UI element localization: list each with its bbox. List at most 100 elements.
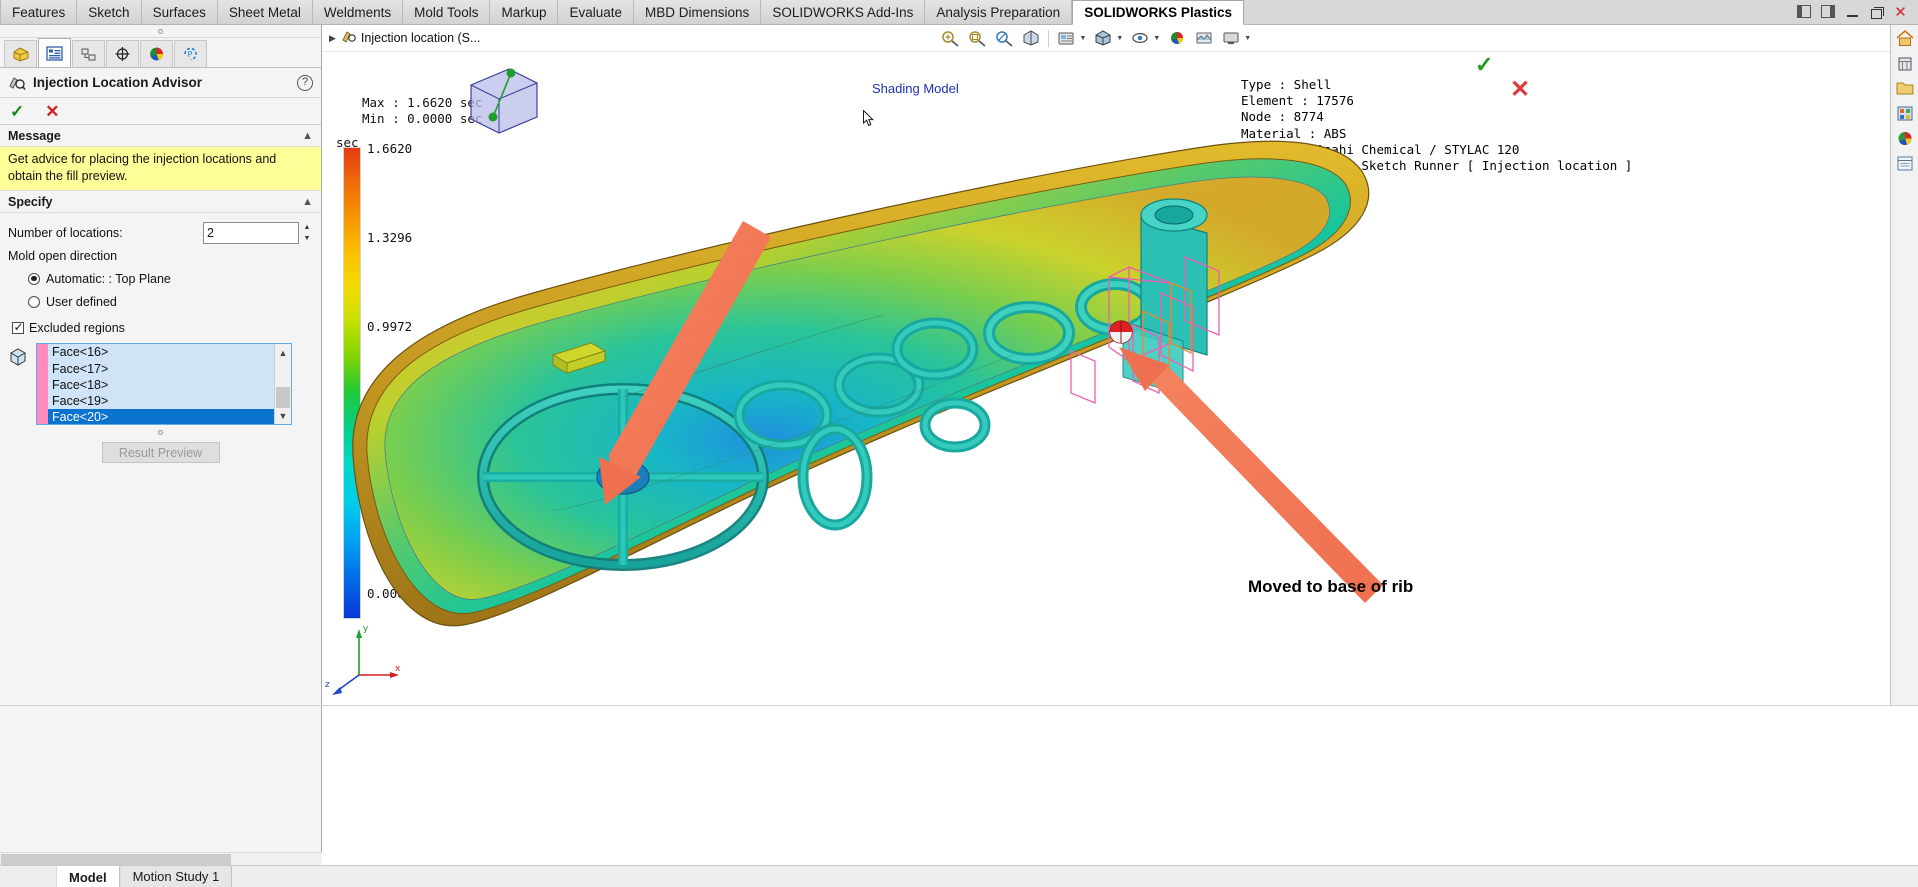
sole-shell-geometry [353, 141, 1369, 625]
selection-color-bar [37, 344, 48, 424]
right-task-pane-dock [1890, 25, 1918, 705]
cancel-button[interactable]: ✕ [45, 103, 59, 120]
spinner-buttons[interactable]: ▲ ▼ [301, 222, 313, 244]
3d-model-viewport[interactable]: y x z [323, 25, 1918, 705]
excluded-faces-area: Face<16> Face<17> Face<18> Face<19> Face… [0, 339, 321, 425]
ribbon-tab-mbd-dimensions[interactable]: MBD Dimensions [634, 0, 761, 24]
bottom-area: Model Motion Study 1 [0, 705, 1918, 887]
specify-section-title: Specify [8, 195, 52, 209]
list-item[interactable]: Face<19> [48, 393, 274, 409]
spinner-up-icon[interactable]: ▲ [301, 222, 313, 233]
configuration-manager-icon[interactable] [72, 40, 105, 67]
dimxpert-icon[interactable] [106, 40, 139, 67]
excluded-regions-checkbox[interactable] [12, 322, 24, 334]
property-manager-panel: P Injection Location Advisor ? ✓ ✕ Messa… [0, 25, 322, 705]
panel-hscroll-thumb[interactable] [1, 854, 231, 865]
list-item[interactable]: Face<17> [48, 361, 274, 377]
ribbon-tab-surfaces[interactable]: Surfaces [142, 0, 218, 24]
radio-automatic-icon[interactable] [28, 273, 40, 285]
open-folder-icon[interactable] [1894, 78, 1916, 99]
ribbon-tab-analysis-preparation[interactable]: Analysis Preparation [925, 0, 1072, 24]
mold-open-direction-label: Mold open direction [8, 249, 117, 263]
tab-bar-spacer [1244, 0, 1793, 24]
feature-tree-icon[interactable] [4, 40, 37, 67]
ribbon-tab-bar: Features Sketch Surfaces Sheet Metal Wel… [0, 0, 1918, 25]
scroll-up-icon[interactable]: ▲ [275, 344, 291, 361]
radio-user-defined-row[interactable]: User defined [0, 290, 321, 313]
listbox-resize-grip[interactable] [0, 430, 321, 435]
number-of-locations-row: Number of locations: ▲ ▼ [0, 221, 321, 244]
specify-section-header[interactable]: Specify ▲ [0, 191, 321, 213]
list-item[interactable]: Face<16> [48, 344, 274, 360]
number-of-locations-label: Number of locations: [8, 226, 123, 240]
annotation-arrow-right [1119, 347, 1383, 603]
ribbon-tab-sheet-metal[interactable]: Sheet Metal [218, 0, 313, 24]
list-item[interactable]: Face<18> [48, 377, 274, 393]
plastics-manager-icon[interactable]: P [174, 40, 207, 67]
chevron-up-icon-specify[interactable]: ▲ [302, 196, 313, 208]
page-title: Injection Location Advisor [33, 75, 297, 90]
mouse-cursor-icon [863, 110, 874, 127]
tab-model[interactable]: Model [56, 866, 120, 887]
scroll-thumb[interactable] [276, 387, 290, 408]
result-preview-button[interactable]: Result Preview [102, 442, 220, 463]
message-section-header[interactable]: Message ▲ [0, 125, 321, 147]
chevron-up-icon[interactable]: ▲ [302, 130, 313, 142]
list-item[interactable]: Face<20> [48, 409, 274, 424]
scenes-icon[interactable] [1894, 128, 1916, 149]
injection-location-marker-2[interactable] [1110, 321, 1132, 343]
ribbon-tab-evaluate[interactable]: Evaluate [558, 0, 634, 24]
graphics-area[interactable]: ▶ Injection location (S... [323, 25, 1918, 705]
origin-triad: y x z [325, 624, 401, 695]
excluded-regions-row[interactable]: Excluded regions [0, 316, 321, 339]
scroll-track[interactable] [275, 361, 291, 407]
property-manager-header: Injection Location Advisor ? [0, 68, 321, 98]
home-icon[interactable] [1894, 28, 1916, 49]
excluded-faces-listbox[interactable]: Face<16> Face<17> Face<18> Face<19> Face… [36, 343, 292, 425]
svg-text:x: x [395, 664, 401, 674]
excluded-regions-label: Excluded regions [29, 321, 125, 335]
message-section-title: Message [8, 129, 61, 143]
ribbon-tab-features[interactable]: Features [0, 0, 77, 24]
document-tab-bar: Model Motion Study 1 [0, 865, 1918, 887]
radio-user-defined-label: User defined [46, 295, 117, 309]
ribbon-tab-weldments[interactable]: Weldments [313, 0, 403, 24]
tab-motion-study-1[interactable]: Motion Study 1 [120, 866, 233, 887]
panel-horizontal-scrollbar[interactable] [0, 852, 322, 865]
display-manager-icon[interactable] [140, 40, 173, 67]
ribbon-tab-sketch[interactable]: Sketch [77, 0, 141, 24]
property-manager-confirm-row: ✓ ✕ [0, 98, 321, 125]
spinner-down-icon[interactable]: ▼ [301, 233, 313, 244]
injection-advisor-icon [8, 73, 26, 93]
bin-icon[interactable] [1894, 53, 1916, 74]
restore-icon[interactable] [1869, 5, 1884, 20]
scroll-down-icon[interactable]: ▼ [275, 407, 291, 424]
ribbon-tab-solidworks-add-ins[interactable]: SOLIDWORKS Add-Ins [761, 0, 925, 24]
property-manager-icon[interactable] [38, 38, 71, 67]
radio-automatic-row[interactable]: Automatic: : Top Plane [0, 267, 321, 290]
panel-left-icon[interactable] [1797, 5, 1812, 20]
radio-user-defined-icon[interactable] [28, 296, 40, 308]
svg-text:P: P [188, 50, 193, 59]
help-icon[interactable]: ? [297, 75, 313, 91]
panel-right-icon[interactable] [1821, 5, 1836, 20]
appearances-icon[interactable] [1894, 103, 1916, 124]
ribbon-tab-markup[interactable]: Markup [490, 0, 558, 24]
panel-splitter[interactable] [0, 25, 321, 38]
message-text: Get advice for placing the injection loc… [0, 147, 321, 191]
ok-button[interactable]: ✓ [10, 103, 24, 120]
number-of-locations-stepper[interactable]: ▲ ▼ [203, 222, 313, 244]
ribbon-tab-solidworks-plastics[interactable]: SOLIDWORKS Plastics [1072, 0, 1244, 25]
minimize-icon[interactable] [1845, 5, 1860, 20]
number-of-locations-input[interactable] [203, 222, 299, 244]
specify-section-body: Number of locations: ▲ ▼ Mold open direc… [0, 213, 321, 463]
radio-automatic-label: Automatic: : Top Plane [46, 272, 171, 286]
svg-text:y: y [363, 624, 369, 634]
listbox-scrollbar[interactable]: ▲ ▼ [274, 344, 291, 424]
decals-icon[interactable] [1894, 153, 1916, 174]
ribbon-tab-mold-tools[interactable]: Mold Tools [403, 0, 490, 24]
svg-text:z: z [325, 680, 330, 690]
close-icon[interactable]: ✕ [1893, 5, 1908, 20]
result-preview-row: Result Preview [0, 442, 321, 463]
excluded-faces-items: Face<16> Face<17> Face<18> Face<19> Face… [48, 344, 274, 424]
